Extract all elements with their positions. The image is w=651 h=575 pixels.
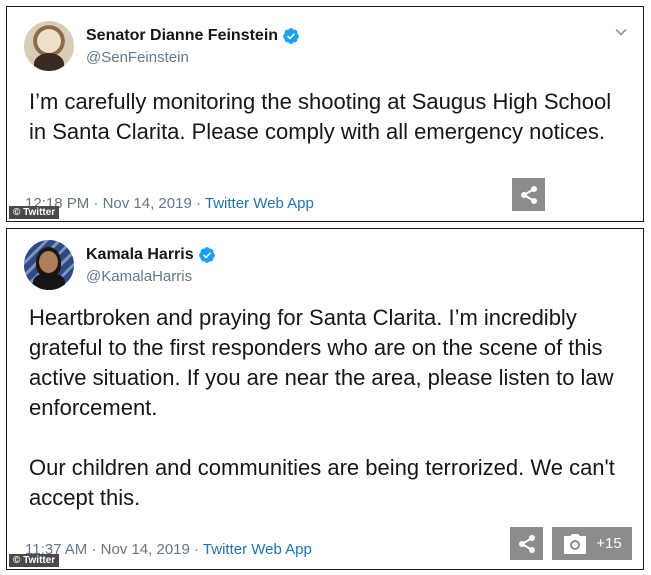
copyright-watermark: © Twitter [9, 206, 60, 219]
tweet-card[interactable]: Kamala Harris @KamalaHarris Heartbroken … [6, 228, 644, 570]
meta-separator: · [93, 195, 99, 212]
photo-gallery-button[interactable]: +15 [552, 527, 632, 560]
share-button[interactable] [512, 178, 545, 211]
author-name-row[interactable]: Kamala Harris [86, 246, 216, 264]
avatar[interactable] [24, 21, 74, 71]
author-display-name[interactable]: Senator Dianne Feinstein [86, 27, 278, 45]
author-name-row[interactable]: Senator Dianne Feinstein [86, 27, 300, 45]
tweet-meta: 11:37 AM · Nov 14, 2019 · Twitter Web Ap… [25, 541, 312, 558]
meta-separator: · [195, 195, 201, 212]
camera-icon [564, 533, 587, 554]
tweet-text: I’m carefully monitoring the shooting at… [29, 89, 618, 144]
tweet-card[interactable]: Senator Dianne Feinstein @SenFeinstein I… [6, 6, 644, 222]
avatar[interactable] [24, 240, 74, 290]
source-app-link[interactable]: Twitter Web App [203, 541, 312, 558]
verified-badge-icon [198, 246, 215, 263]
tweet-header: Senator Dianne Feinstein @SenFeinstein [24, 21, 300, 71]
author-handle[interactable]: @SenFeinstein [86, 49, 300, 66]
tweet-meta: 12:18 PM · Nov 14, 2019 · Twitter Web Ap… [25, 195, 314, 212]
share-icon [520, 185, 537, 204]
author-block: Kamala Harris @KamalaHarris [86, 246, 216, 285]
tweet-text: Heartbroken and praying for Santa Clarit… [29, 305, 615, 510]
source-app-link[interactable]: Twitter Web App [205, 195, 314, 212]
author-handle[interactable]: @KamalaHarris [86, 268, 216, 285]
chevron-down-icon[interactable] [614, 25, 628, 39]
tweet-date[interactable]: Nov 14, 2019 [103, 195, 192, 212]
meta-separator: · [194, 541, 200, 558]
share-icon [518, 534, 535, 553]
tweet-date[interactable]: Nov 14, 2019 [101, 541, 190, 558]
share-button[interactable] [510, 527, 543, 560]
verified-badge-icon [283, 27, 299, 44]
copyright-watermark: © Twitter [9, 554, 60, 567]
tweet-header: Kamala Harris @KamalaHarris [24, 240, 216, 290]
gallery-count: +15 [596, 535, 622, 552]
author-block: Senator Dianne Feinstein @SenFeinstein [86, 27, 300, 66]
author-display-name[interactable]: Kamala Harris [86, 246, 194, 264]
meta-separator: · [91, 541, 97, 558]
